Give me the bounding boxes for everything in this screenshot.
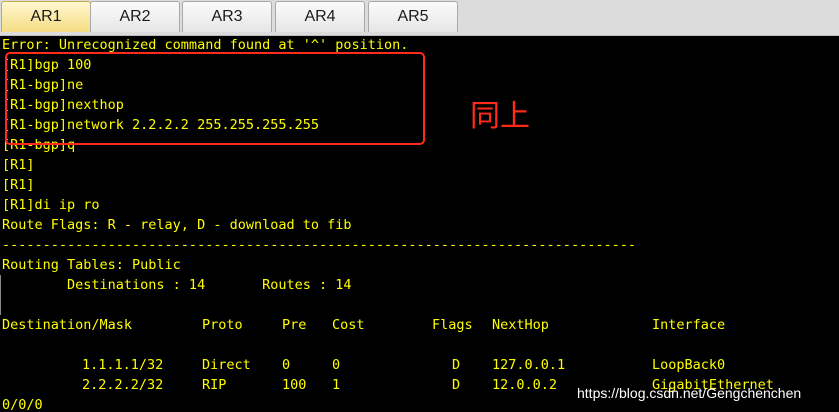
tab-ar4[interactable]: AR4 [275,1,365,32]
table-header-nexthop: NextHop [492,317,549,333]
table-cell-nexthop: 12.0.0.2 [492,377,558,393]
watermark-text: https://blog.csdn.net/Gengchenchen [577,385,802,401]
session-tab-bar: AR1 AR2 AR3 AR4 AR5 [0,0,839,36]
table-cell-nexthop: 127.0.0.1 [492,357,566,373]
terminal-line: [R1] [2,177,35,193]
terminal-line: Destinations : 14 Routes : 14 [2,277,352,293]
table-cell-destination: 2.2.2.2/32 [82,377,164,393]
table-header-flags: Flags [432,317,473,333]
tab-ar5[interactable]: AR5 [368,1,458,32]
table-cell-proto: RIP [202,377,227,393]
terminal-separator: ----------------------------------------… [2,237,636,253]
table-header-interface: Interface [652,317,726,333]
scroll-marker [0,275,4,315]
terminal-line: [R1] [2,157,35,173]
table-cell-destination: 1.1.1.1/32 [82,357,164,373]
table-row-continuation: 0/0/0 [2,397,43,412]
table-cell-cost: 1 [332,377,341,393]
table-cell-pre: 0 [282,357,291,373]
highlight-box [5,52,425,145]
annotation-note: 同上 [470,99,530,134]
table-cell-proto: Direct [202,357,251,373]
terminal-line: Route Flags: R - relay, D - download to … [2,217,352,233]
terminal-line: [R1]di ip ro [2,197,100,213]
table-header-cost: Cost [332,317,365,333]
table-header-pre: Pre [282,317,307,333]
table-header-proto: Proto [202,317,243,333]
tab-ar1[interactable]: AR1 [1,1,91,32]
table-cell-flags: D [452,377,461,393]
terminal-line: Routing Tables: Public [2,257,181,273]
table-cell-cost: 0 [332,357,341,373]
tab-ar2[interactable]: AR2 [90,1,180,32]
table-cell-flags: D [452,357,461,373]
tab-ar3[interactable]: AR3 [182,1,272,32]
table-cell-pre: 100 [282,377,307,393]
table-header-destination: Destination/Mask [2,317,133,333]
table-cell-interface: LoopBack0 [652,357,726,373]
